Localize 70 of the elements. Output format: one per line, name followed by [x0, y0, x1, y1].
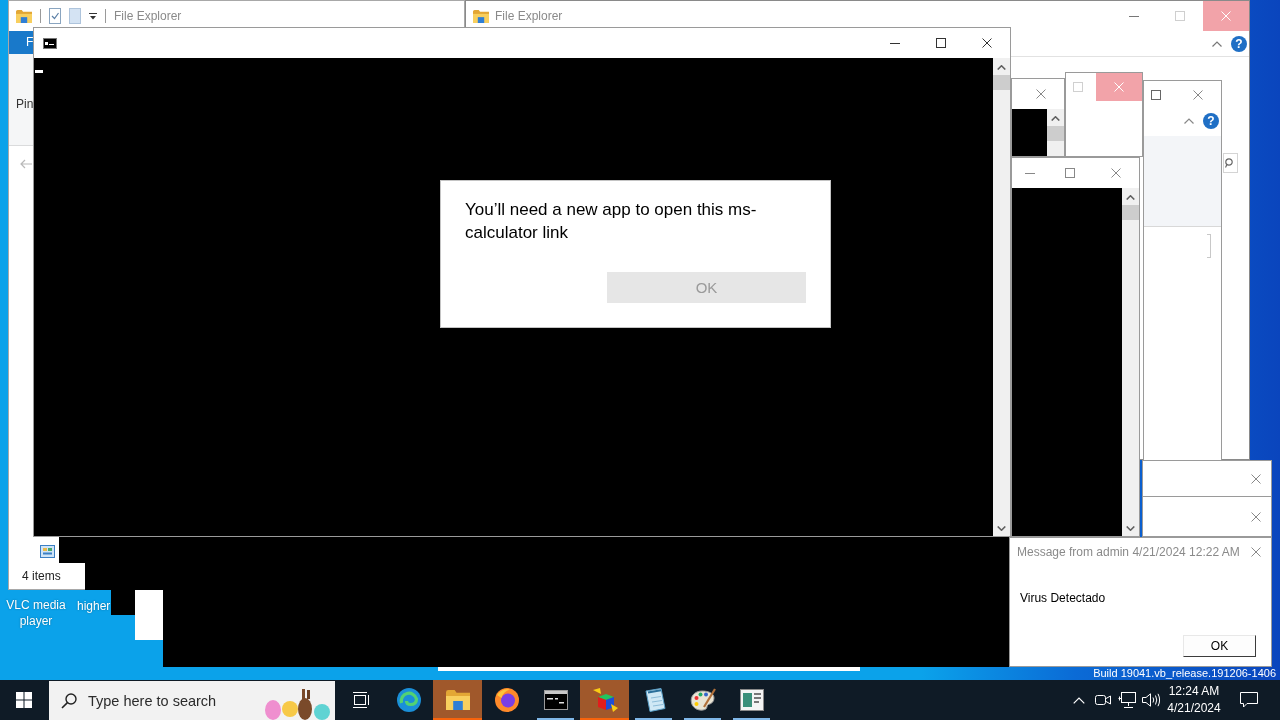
globe-icon[interactable] — [494, 688, 519, 712]
terminal-icon[interactable] — [543, 690, 568, 710]
search-field[interactable] — [1223, 153, 1238, 173]
speaker-icon[interactable] — [1142, 693, 1160, 707]
clock-date[interactable]: 4/21/2024 — [1167, 700, 1221, 717]
ribbon-tab[interactable]: F — [9, 31, 33, 54]
minimize-icon — [1129, 15, 1139, 17]
console-pane — [1012, 109, 1047, 156]
scroll-thumb[interactable] — [1122, 205, 1139, 220]
swirl-icon[interactable] — [396, 688, 421, 712]
folder-icon — [473, 9, 489, 23]
maximize-icon — [1072, 82, 1083, 92]
dropdown-caret-icon[interactable] — [89, 12, 97, 20]
desktop-icon-label[interactable]: VLC media player — [4, 597, 68, 629]
window-title: File Explorer — [114, 9, 182, 23]
scroll-thumb[interactable] — [993, 75, 1010, 90]
search-input[interactable]: Type here to search — [88, 685, 259, 716]
help-button[interactable]: ? — [1203, 112, 1219, 129]
scroll-up-icon[interactable] — [1051, 116, 1060, 121]
dialog-title: Message from admin 4/21/2024 12:22 AM — [1017, 545, 1240, 559]
desktop-icon-label[interactable]: higher — [77, 598, 111, 614]
folder-icon[interactable] — [16, 9, 32, 23]
task-view-icon — [351, 692, 369, 708]
window-icon[interactable] — [739, 689, 764, 711]
close-icon — [1036, 89, 1046, 99]
dialog-message: You’ll need a new app to open this ms-calculator link — [465, 199, 758, 244]
close-icon — [1251, 511, 1261, 522]
checklist-icon[interactable] — [49, 8, 61, 24]
view-icon[interactable] — [40, 545, 55, 558]
minimize-icon — [890, 42, 900, 44]
ribbon-button[interactable]: Pin — [16, 97, 34, 111]
blank-panel — [135, 590, 163, 640]
minimize-icon — [1024, 172, 1035, 174]
scrollbar[interactable] — [993, 58, 1010, 536]
palette-icon[interactable] — [689, 688, 716, 712]
build-info-text: Build 19041.vb_release.191206-1406 — [1093, 667, 1276, 680]
ok-button[interactable]: OK — [1183, 635, 1256, 657]
window-title: File Explorer — [495, 9, 563, 23]
folder-icon[interactable] — [445, 690, 470, 710]
maximize-icon — [1175, 11, 1185, 21]
search-icon — [61, 692, 77, 709]
close-icon — [1111, 168, 1121, 178]
scrollbar[interactable] — [1047, 109, 1064, 156]
status-text: 4 items — [22, 568, 61, 584]
close-icon — [1251, 473, 1261, 484]
close-icon — [1193, 90, 1203, 100]
cube-icon[interactable] — [591, 688, 618, 712]
four-squares-icon — [16, 692, 32, 708]
search-field[interactable]: Type here to search — [49, 681, 335, 720]
scroll-thumb[interactable] — [1047, 126, 1064, 141]
close-icon — [1251, 547, 1261, 557]
close-icon — [982, 38, 992, 48]
scroll-down-icon[interactable] — [1126, 526, 1135, 531]
maximize-icon — [1065, 168, 1075, 178]
close-icon — [1221, 11, 1231, 21]
maximize-icon — [1151, 90, 1161, 100]
network-icon[interactable] — [1118, 692, 1136, 708]
scrollbar[interactable] — [1122, 188, 1139, 536]
help-button[interactable]: ? — [1231, 35, 1247, 52]
message-icon — [1240, 692, 1258, 708]
search-icon — [1225, 158, 1233, 168]
scroll-down-icon[interactable] — [997, 526, 1006, 531]
scroll-up-icon[interactable] — [1126, 195, 1135, 200]
close-icon — [1114, 82, 1124, 92]
camera-icon[interactable] — [1095, 693, 1111, 707]
clock-time[interactable]: 12:24 AM — [1168, 683, 1220, 700]
console-icon — [43, 37, 57, 49]
message-text: Virus Detectado — [1020, 590, 1107, 606]
scroll-up-icon[interactable] — [997, 65, 1006, 70]
maximize-icon — [936, 38, 946, 48]
